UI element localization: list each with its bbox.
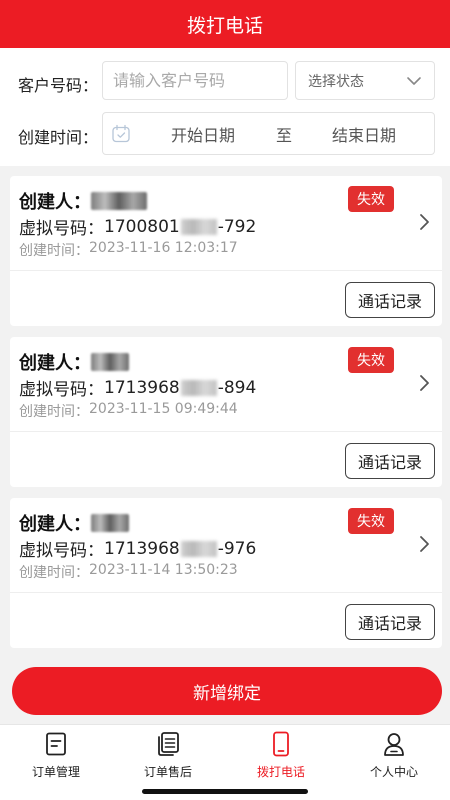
tab-label: 拨打电话: [256, 765, 305, 779]
virtual-number-label: 虚拟号码：: [19, 380, 104, 400]
tab-label: 订单管理: [31, 765, 80, 779]
status-select[interactable]: 选择状态: [295, 61, 435, 100]
list-item[interactable]: 创建人： 虚拟号码： 1713968 -976 创建时间： 2023-11-14…: [10, 498, 442, 648]
created-time-value: 2023-11-14 13:50:23: [89, 562, 238, 578]
creator-name-redacted: [91, 353, 129, 371]
creator-name-redacted: [91, 514, 129, 532]
customer-number-label: 客户号码：: [18, 76, 99, 95]
status-badge: 失效: [348, 347, 394, 373]
virtual-number-redacted: [180, 540, 217, 557]
virtual-number-row: 虚拟号码： 1700801 -792: [19, 214, 257, 240]
created-time-row: 创建时间： 2023-11-14 13:50:23: [19, 562, 238, 582]
virtual-number-row: 虚拟号码： 1713968 -976: [19, 536, 257, 562]
calendar-icon: [112, 124, 130, 143]
filter-panel: 客户号码： 选择状态 创建时间： 开始日期 至 结束日期: [0, 48, 450, 166]
created-time-label: 创建时间：: [19, 565, 89, 581]
app-header: 拨打电话: [0, 0, 450, 48]
tab-make-call[interactable]: 拨打电话: [225, 731, 337, 780]
created-time-label: 创建时间：: [19, 404, 89, 420]
home-indicator[interactable]: [142, 789, 308, 794]
call-records-button[interactable]: 通话记录: [345, 604, 435, 640]
creator-row: 创建人：: [19, 510, 129, 536]
created-time-value: 2023-11-15 09:49:44: [89, 401, 238, 417]
call-records-button[interactable]: 通话记录: [345, 282, 435, 318]
phone-icon: [273, 731, 289, 757]
end-date-input[interactable]: 结束日期: [332, 122, 396, 146]
creator-name-redacted: [91, 192, 147, 210]
virtual-number-prefix: 1713968: [104, 377, 180, 398]
customer-number-input[interactable]: [103, 62, 287, 99]
card-divider: [10, 592, 442, 593]
tab-label: 个人中心: [369, 765, 418, 779]
created-time-label: 创建时间：: [19, 243, 89, 259]
virtual-number-prefix: 1700801: [104, 216, 180, 237]
creator-label: 创建人：: [19, 514, 91, 535]
virtual-number-redacted: [180, 379, 217, 396]
date-range-picker[interactable]: 开始日期 至 结束日期: [102, 112, 435, 155]
call-records-button[interactable]: 通话记录: [345, 443, 435, 479]
virtual-number-label: 虚拟号码：: [19, 541, 104, 561]
creator-label: 创建人：: [19, 353, 91, 374]
status-badge: 失效: [348, 186, 394, 212]
created-time-row: 创建时间： 2023-11-16 12:03:17: [19, 240, 238, 260]
creator-row: 创建人：: [19, 349, 129, 375]
chevron-right-icon[interactable]: [415, 371, 433, 395]
customer-number-field[interactable]: [102, 61, 288, 100]
virtual-number-suffix: -894: [217, 377, 257, 398]
tab-personal-center[interactable]: 个人中心: [338, 731, 450, 780]
list-item[interactable]: 创建人： 虚拟号码： 1713968 -894 创建时间： 2023-11-15…: [10, 337, 442, 487]
created-time-value: 2023-11-16 12:03:17: [89, 240, 238, 256]
date-range-separator: 至: [276, 125, 293, 145]
start-date-input[interactable]: 开始日期: [171, 122, 235, 146]
status-select-value: 选择状态: [308, 73, 364, 90]
virtual-number-redacted: [180, 218, 217, 235]
status-badge: 失效: [348, 508, 394, 534]
virtual-number-row: 虚拟号码： 1713968 -894: [19, 375, 257, 401]
card-divider: [10, 431, 442, 432]
creator-label: 创建人：: [19, 192, 91, 213]
chevron-down-icon: [407, 76, 421, 85]
chevron-right-icon[interactable]: [415, 532, 433, 556]
list-item[interactable]: 创建人： 虚拟号码： 1700801 -792 创建时间： 2023-11-16…: [10, 176, 442, 326]
person-icon: [384, 733, 404, 756]
virtual-number-suffix: -976: [217, 538, 257, 559]
tab-order-management[interactable]: 订单管理: [0, 731, 112, 780]
stacked-cards-icon: [158, 732, 179, 756]
card-divider: [10, 270, 442, 271]
document-icon: [46, 732, 66, 756]
virtual-number-label: 虚拟号码：: [19, 219, 104, 239]
chevron-right-icon[interactable]: [415, 210, 433, 234]
tab-label: 订单售后: [143, 765, 192, 779]
page-title: 拨打电话: [186, 14, 263, 37]
virtual-number-prefix: 1713968: [104, 538, 180, 559]
virtual-number-suffix: -792: [217, 216, 257, 237]
tab-after-sales[interactable]: 订单售后: [112, 731, 224, 780]
add-binding-button[interactable]: 新增绑定: [12, 667, 442, 715]
created-time-label: 创建时间：: [18, 128, 99, 147]
creator-row: 创建人：: [19, 188, 147, 214]
created-time-row: 创建时间： 2023-11-15 09:49:44: [19, 401, 238, 421]
